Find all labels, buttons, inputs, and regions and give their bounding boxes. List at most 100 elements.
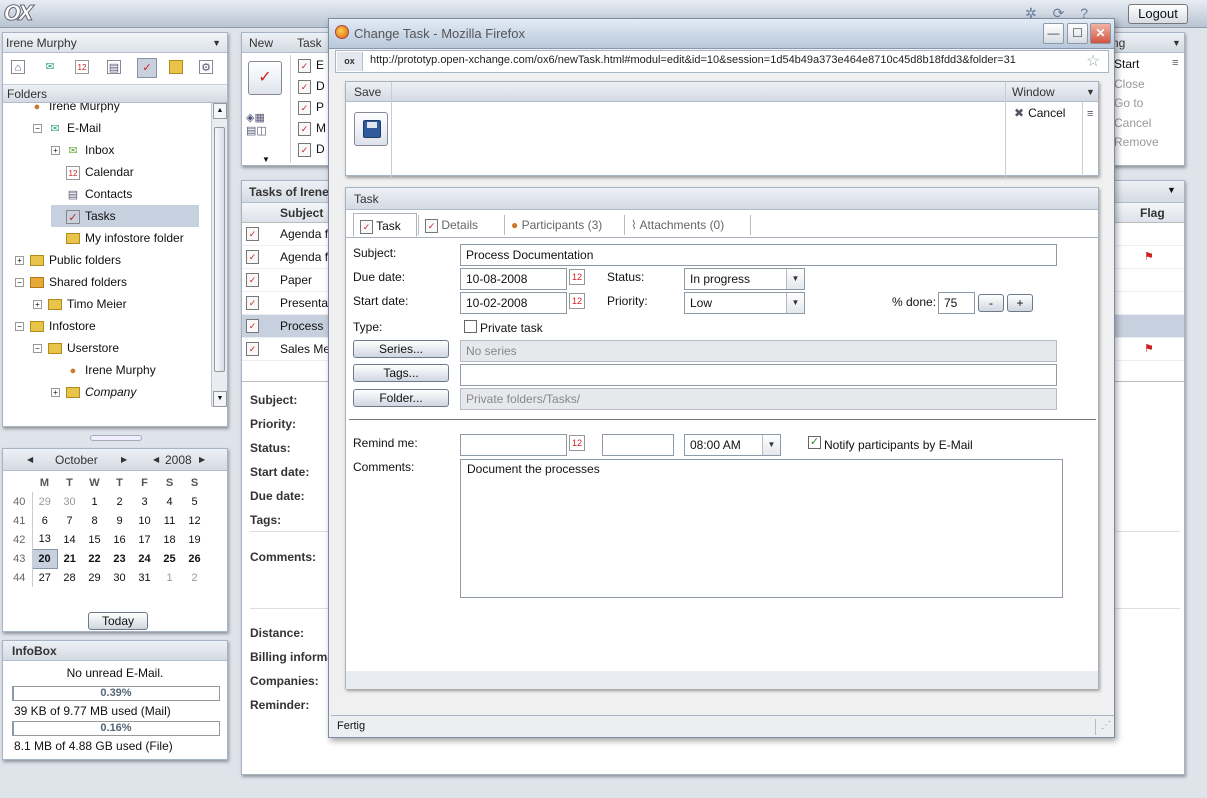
flag-icon[interactable]: ⚑ xyxy=(1144,338,1154,361)
tree-item[interactable]: + Public folders xyxy=(15,249,199,271)
calendar-day[interactable]: 22 xyxy=(82,549,107,568)
expand-icon[interactable]: + xyxy=(33,300,42,310)
toolbar-collapse-icon[interactable]: ▼ xyxy=(262,155,270,164)
calendar-day[interactable]: 12 xyxy=(182,511,207,530)
tree-item[interactable]: − ✉ E-Mail xyxy=(33,117,199,139)
infostore-icon[interactable] xyxy=(169,60,183,74)
maximize-icon[interactable]: ☐ xyxy=(1067,23,1088,44)
calendar-day[interactable]: 6 xyxy=(32,511,57,530)
tree-item[interactable]: + ✉ Inbox xyxy=(51,139,199,161)
scroll-up-icon[interactable]: ▲ xyxy=(213,103,227,119)
notify-participants-checkbox[interactable]: ✓ xyxy=(808,436,821,449)
priority-select[interactable]: Low ▼ xyxy=(684,292,805,314)
chevron-down-icon[interactable]: ▼ xyxy=(786,269,804,289)
tree-item[interactable]: ● Irene Murphy xyxy=(51,359,199,381)
tasks-icon[interactable]: ✓ xyxy=(137,58,157,78)
tree-item[interactable]: 12 Calendar xyxy=(51,161,199,183)
calendar-day[interactable]: 1 xyxy=(82,492,107,511)
calendar-day[interactable]: 20 xyxy=(31,548,58,569)
calendar-day[interactable]: 24 xyxy=(132,549,157,568)
calendar-day[interactable]: 2 xyxy=(182,568,207,587)
expand-icon[interactable]: + xyxy=(51,146,60,156)
due-date-calendar-icon[interactable]: 12 xyxy=(569,269,585,285)
calendar-day[interactable]: 11 xyxy=(157,511,182,530)
calendar-day[interactable]: 2 xyxy=(107,492,132,511)
due-date-input[interactable]: 10-08-2008 xyxy=(460,268,567,290)
subject-input[interactable]: Process Documentation xyxy=(460,244,1057,266)
calendar-day[interactable]: 28 xyxy=(57,568,82,587)
calendar-icon[interactable]: 12 xyxy=(75,60,89,74)
prev-month-icon[interactable]: ◀ xyxy=(27,449,33,471)
right-action-item[interactable]: Close xyxy=(1114,75,1174,95)
tree-item[interactable]: + Company xyxy=(51,381,199,403)
more-icon[interactable]: ≡ xyxy=(1087,108,1093,120)
week-number[interactable]: 42 xyxy=(7,530,33,549)
new-task-icon[interactable]: ✓ xyxy=(248,61,282,95)
week-number[interactable]: 43 xyxy=(7,549,33,568)
contacts-icon[interactable]: ▤ xyxy=(107,60,121,74)
right-action-item[interactable]: Start xyxy=(1114,55,1174,75)
calendar-day[interactable]: 25 xyxy=(157,549,182,568)
calendar-day[interactable]: 19 xyxy=(182,530,207,549)
right-action-item[interactable]: Go to xyxy=(1114,94,1174,114)
remind-time-select[interactable]: 08:00 AM ▼ xyxy=(684,434,781,456)
folder-button[interactable]: Folder... xyxy=(353,389,449,407)
task-action-item[interactable]: ✓ P xyxy=(298,97,328,118)
mail-icon[interactable]: ✉ xyxy=(43,60,57,74)
splitter-handle[interactable] xyxy=(90,435,142,441)
expand-icon[interactable]: + xyxy=(15,256,24,266)
calendar-day[interactable]: 7 xyxy=(57,511,82,530)
today-button[interactable]: Today xyxy=(88,612,148,630)
calendar-day[interactable]: 26 xyxy=(182,549,207,568)
right-action-item[interactable]: Cancel xyxy=(1114,114,1174,134)
chevron-down-icon[interactable]: ▼ xyxy=(1086,82,1095,102)
chevron-down-icon[interactable]: ▼ xyxy=(786,293,804,313)
calendar-day[interactable]: 31 xyxy=(132,568,157,587)
collapse-icon[interactable]: − xyxy=(15,278,24,288)
calendar-day[interactable]: 29 xyxy=(82,568,107,587)
week-number[interactable]: 41 xyxy=(7,511,33,530)
scroll-down-icon[interactable]: ▼ xyxy=(213,391,227,407)
remind-date-calendar-icon[interactable]: 12 xyxy=(569,435,585,451)
calendar-day[interactable]: 8 xyxy=(82,511,107,530)
private-task-checkbox[interactable] xyxy=(464,320,477,333)
chevron-down-icon[interactable]: ▼ xyxy=(1172,33,1181,53)
tree-item[interactable]: − Infostore xyxy=(15,315,199,337)
folder-tree-scrollbar[interactable]: ▲ ▼ xyxy=(211,103,227,407)
week-number[interactable]: 40 xyxy=(7,492,33,511)
percent-decrease-button[interactable]: - xyxy=(978,294,1004,312)
calendar-day[interactable]: 1 xyxy=(157,568,182,587)
calendar-day[interactable]: 30 xyxy=(57,492,82,511)
calendar-day[interactable]: 30 xyxy=(107,568,132,587)
prev-year-icon[interactable]: ◀ xyxy=(153,449,159,471)
next-month-icon[interactable]: ▶ xyxy=(121,449,127,471)
remind-date-input[interactable] xyxy=(460,434,567,456)
bookmark-star-icon[interactable]: ☆ xyxy=(1086,51,1100,71)
new-items-icons[interactable]: ◈▦ ▤◫ xyxy=(246,111,267,137)
calendar-day[interactable]: 4 xyxy=(157,492,182,511)
expand-icon[interactable]: + xyxy=(51,388,60,398)
minimize-icon[interactable]: — xyxy=(1043,23,1064,44)
tab-details[interactable]: ✓ Details xyxy=(419,213,503,237)
collapse-icon[interactable]: − xyxy=(33,344,42,354)
calendar-day[interactable]: 27 xyxy=(32,568,57,587)
more-icon[interactable]: ≡ xyxy=(1172,57,1178,69)
collapse-icon[interactable]: − xyxy=(33,124,42,134)
week-number[interactable]: 44 xyxy=(7,568,33,587)
url-text[interactable]: http://prototyp.open-xchange.com/ox6/new… xyxy=(370,54,1016,66)
right-action-item[interactable]: Remove xyxy=(1114,133,1174,153)
calendar-day[interactable]: 10 xyxy=(132,511,157,530)
task-action-item[interactable]: ✓ D xyxy=(298,76,328,97)
flag-column-header[interactable]: Flag xyxy=(1140,203,1165,223)
calendar-day[interactable]: 21 xyxy=(57,549,82,568)
calendar-day[interactable]: 5 xyxy=(182,492,207,511)
calendar-day[interactable]: 14 xyxy=(57,530,82,549)
tree-item[interactable]: + Timo Meier xyxy=(33,293,199,315)
save-button[interactable] xyxy=(354,112,388,146)
start-date-calendar-icon[interactable]: 12 xyxy=(569,293,585,309)
address-bar[interactable]: ox http://prototyp.open-xchange.com/ox6/… xyxy=(335,50,1109,73)
tree-item[interactable]: − Userstore xyxy=(33,337,199,359)
chevron-down-icon[interactable]: ▼ xyxy=(1167,185,1176,195)
percent-done-input[interactable]: 75 xyxy=(938,292,975,314)
task-action-item[interactable]: ✓ E xyxy=(298,55,328,76)
